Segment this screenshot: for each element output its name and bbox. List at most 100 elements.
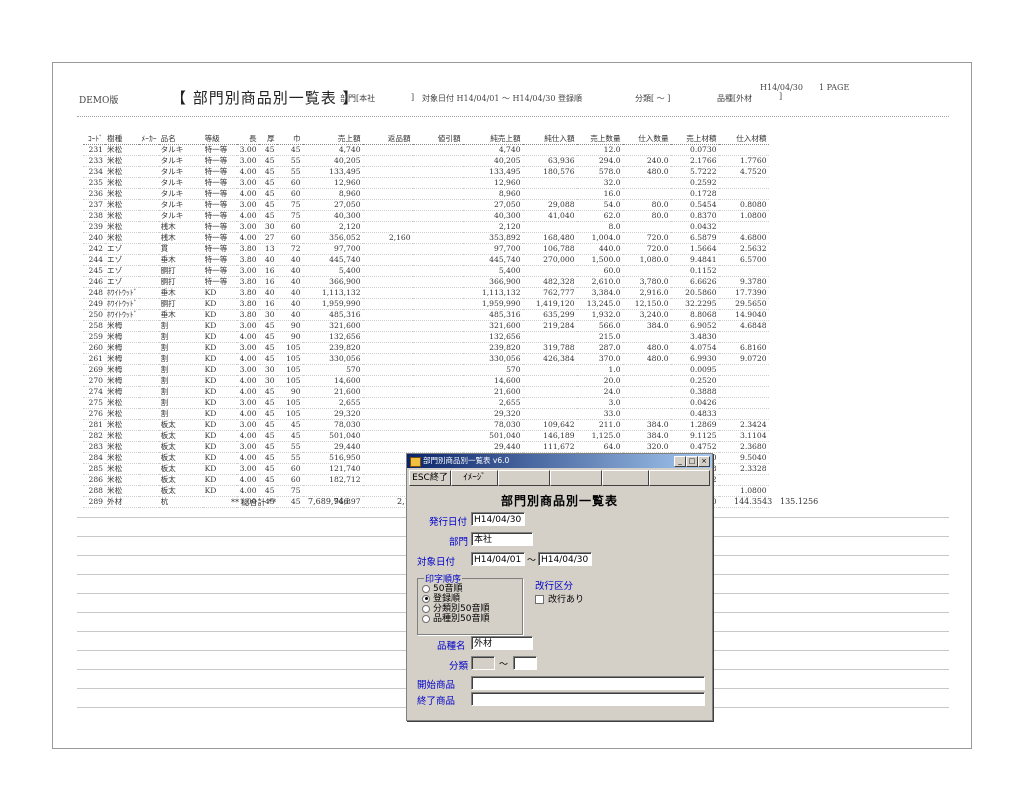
table-cell: 258 — [83, 320, 105, 332]
table-cell: 1.7760 — [718, 155, 769, 167]
dialog-title: 部門別商品別一覧表 v6.0 — [423, 456, 510, 465]
table-cell: 501,040 — [462, 430, 523, 442]
table-cell: 231 — [83, 144, 105, 156]
table-cell: ﾎﾜｲﾄｳｯﾄﾞ — [105, 298, 140, 310]
date-to-field[interactable]: H14/04/30 — [538, 552, 592, 566]
maximize-icon[interactable]: □ — [686, 456, 698, 467]
table-cell: 321,600 — [462, 320, 523, 332]
table-cell: 0.4752 — [670, 441, 719, 453]
table-cell: KD — [202, 298, 237, 310]
table-cell: 40,300 — [302, 210, 363, 222]
table-cell: タルキ — [158, 144, 203, 156]
table-row: 248 ﾎﾜｲﾄｳｯﾄﾞ 垂木 KD 3.80 40 40 1,113,132 1,113,13… — [83, 287, 769, 299]
table-cell: 24.0 — [576, 386, 623, 398]
table-cell — [412, 309, 463, 321]
table-cell — [718, 177, 769, 189]
class-from-field[interactable] — [471, 656, 495, 670]
table-cell: 29,320 — [462, 408, 523, 420]
table-cell: KD — [202, 287, 237, 299]
end-item-field[interactable] — [471, 692, 705, 706]
report-dialog[interactable]: 部門別商品別一覧表 v6.0 _ □ × ESC終了 ｲﾒｰｼﾞ 部門別商品別一… — [406, 453, 713, 721]
toolbar-slot-5[interactable] — [602, 470, 649, 486]
table-cell: 274 — [83, 386, 105, 398]
dept-label: 部門 — [449, 537, 469, 548]
table-cell: 4,740 — [462, 144, 523, 156]
table-cell — [139, 144, 159, 156]
pagebreak-checkbox[interactable]: 改行あり — [535, 592, 584, 605]
option-class-kana-order[interactable]: 分類別50音順 — [422, 604, 489, 614]
toolbar-slot-4[interactable] — [550, 470, 602, 486]
option-registration-order[interactable]: 登録順 — [422, 594, 460, 604]
table-cell: 80.0 — [622, 210, 671, 222]
print-order-group: 印字順序 50音順 登録順 分類別50音順 品種別50音順 — [417, 572, 523, 635]
date-from-field[interactable]: H14/04/01 — [471, 552, 525, 566]
table-cell — [412, 408, 463, 420]
table-cell: 106,788 — [522, 243, 577, 255]
table-cell: 283 — [83, 441, 105, 453]
option-kana-order[interactable]: 50音順 — [422, 584, 462, 594]
table-cell: 40 — [258, 254, 277, 266]
table-cell: 45 — [258, 419, 277, 431]
class-filter: 分類[ ～ ] — [635, 94, 671, 103]
table-cell: 90 — [276, 331, 303, 343]
dept-field[interactable]: 本社 — [471, 532, 533, 546]
class-to-field[interactable] — [513, 656, 537, 670]
esc-exit-button[interactable]: ESC終了 — [409, 470, 451, 486]
table-cell: 269 — [83, 364, 105, 376]
radio-icon — [422, 614, 430, 623]
table-cell: 0.8080 — [718, 199, 769, 211]
start-item-field[interactable] — [471, 676, 705, 690]
close-icon[interactable]: × — [698, 456, 710, 467]
table-cell — [139, 265, 159, 277]
toolbar-slot-6[interactable] — [649, 470, 710, 486]
table-cell: 132,656 — [302, 331, 363, 343]
table-cell: 1.5664 — [670, 243, 719, 255]
toolbar-slot-3[interactable] — [498, 470, 550, 486]
table-cell: 240.0 — [622, 155, 671, 167]
table-cell: 4.00 — [236, 375, 259, 387]
table-cell: 40 — [276, 254, 303, 266]
table-cell: 182,712 — [302, 474, 363, 486]
table-cell: 146,189 — [522, 430, 577, 442]
minimize-icon[interactable]: _ — [674, 456, 686, 467]
table-cell — [139, 419, 159, 431]
issue-date-field[interactable]: H14/04/30 — [471, 512, 525, 526]
table-cell: ﾎﾜｲﾄｳｯﾄﾞ — [105, 309, 140, 321]
table-cell: 米松 — [105, 144, 140, 156]
table-cell: 9.0720 — [718, 353, 769, 365]
table-cell: 特一等 — [202, 265, 237, 277]
table-cell — [362, 155, 413, 167]
table-cell: 45 — [258, 463, 277, 475]
table-cell: 1,125.0 — [576, 430, 623, 442]
start-item-label: 開始商品 — [417, 680, 456, 691]
table-cell: 45 — [258, 452, 277, 464]
table-cell: 米松 — [105, 463, 140, 475]
table-cell: 21,600 — [462, 386, 523, 398]
table-cell: KD — [202, 342, 237, 354]
table-cell: 249 — [83, 298, 105, 310]
table-cell: 75 — [276, 485, 303, 497]
table-cell: 133,495 — [462, 166, 523, 178]
table-cell: 米松 — [105, 408, 140, 420]
table-cell: 60 — [276, 232, 303, 244]
table-cell: 111,672 — [522, 441, 577, 453]
preview-button[interactable]: ｲﾒｰｼﾞ — [451, 470, 498, 486]
table-cell — [139, 287, 159, 299]
table-cell — [412, 397, 463, 409]
kind-name-field[interactable]: 外材 — [471, 636, 533, 650]
table-cell — [139, 430, 159, 442]
table-cell: 90 — [276, 386, 303, 398]
table-cell: KD — [202, 430, 237, 442]
option-kind-kana-order[interactable]: 品種別50音順 — [422, 614, 489, 624]
table-cell — [412, 364, 463, 376]
table-cell: 566.0 — [576, 320, 623, 332]
table-cell: 55 — [276, 452, 303, 464]
table-cell — [362, 287, 413, 299]
table-cell — [139, 452, 159, 464]
table-cell: 62.0 — [576, 210, 623, 222]
table-cell: 6.5700 — [718, 254, 769, 266]
table-cell: 109,642 — [522, 419, 577, 431]
table-cell: 29,320 — [302, 408, 363, 420]
dialog-titlebar[interactable]: 部門別商品別一覧表 v6.0 _ □ × — [407, 454, 712, 468]
table-cell: 13,245.0 — [576, 298, 623, 310]
